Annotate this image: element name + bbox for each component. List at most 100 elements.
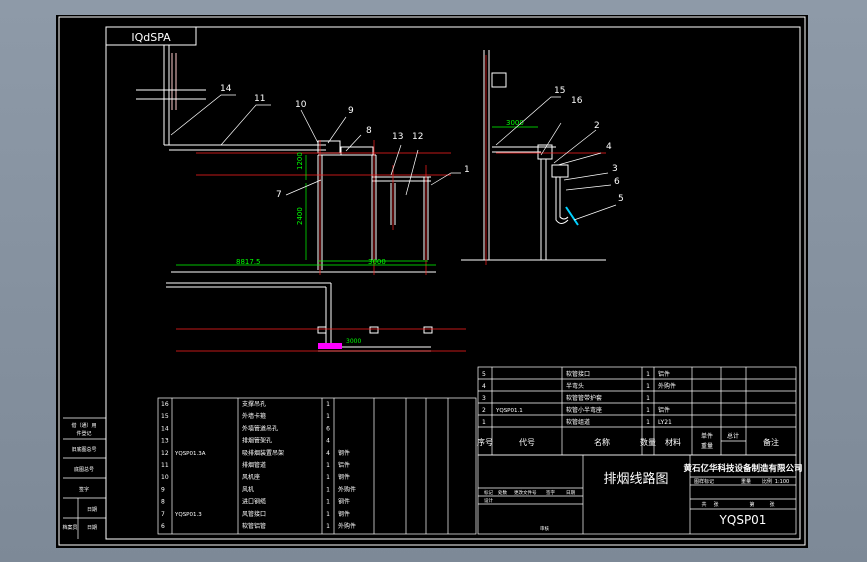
bom-right-qty: 1 [646,407,650,414]
bom-left-name: 外墙管道吊孔 [242,424,278,432]
cad-viewport: IQdSPA 1200 2400 8817.5 3000 3000 3000 1… [0,0,867,562]
left-elevation-dimensions [176,155,436,266]
plan-view [166,282,433,352]
side-label-4: 底图总号 [74,466,94,473]
title-cell-weight: 重量 [741,478,751,485]
bom-left-name: 进口钢缆 [242,498,266,506]
bom-right-note: 铝件 [658,406,670,414]
callout-8: 8 [366,126,372,136]
bom-right-name: 软管组道 [566,418,590,426]
dim-height-1: 1200 [296,152,304,170]
left-elevation-axes [196,140,451,275]
callout-15: 15 [554,86,565,96]
bom-left-name: 吸排烟装置吊架 [242,449,284,457]
bom-right-note: 铝件 [658,370,670,378]
bom-weight-single: 单件 [701,432,713,440]
dim-plan: 3000 [346,338,361,345]
bom-left-mat: 外购件 [338,522,356,530]
title-cell-count: 处数 [498,489,507,496]
dim-height-2: 2400 [296,207,304,225]
cad-drawing: IQdSPA 1200 2400 8817.5 3000 3000 3000 1… [58,16,806,546]
dim-base: 3000 [368,258,386,266]
title-cell-sign: 签字 [546,489,555,496]
bom-right-header: 数量 [640,437,656,447]
left-elevation-view [136,45,436,273]
bom-left-qty: 1 [326,523,330,530]
bom-left-name: 排烟管架孔 [242,437,272,445]
bom-right-no: 1 [482,419,486,426]
bom-left-qty: 1 [326,462,330,469]
bom-right-name: 软管管带护套 [566,394,602,402]
bom-left-mat: 钢件 [338,510,350,518]
bom-right-name: 软管接口 [566,370,590,378]
bom-left-name: 风机座 [242,473,260,481]
title-cell-date: 日期 [566,490,575,496]
callout-1: 1 [464,165,470,175]
bom-left-text: 16 支撑吊孔 115 外墙卡箍 114 外墙管道吊孔 613 排烟管架孔 412 YQSP01.… [161,400,356,530]
drawing-scale: 1:100 [775,479,789,485]
code-box: IQdSPA [105,26,197,46]
bom-left-mat: 铝件 [338,461,350,469]
bom-weight-label: 重量 [701,442,713,450]
bom-left-no: 16 [161,401,169,408]
side-label-8: 日期 [87,525,97,531]
bom-left-name: 风管接口 [242,510,266,518]
side-label-2: 件登记 [76,430,91,437]
callout-4: 4 [606,142,612,152]
bom-left-qty: 1 [326,499,330,506]
side-label-6: 日期 [87,507,97,513]
bom-left-qty: 6 [326,425,330,432]
bom-left-mat: 外购件 [338,485,356,493]
side-label-1: 借（通）用 [71,422,96,429]
callout-6: 6 [614,177,620,187]
bom-left-mat: 钢件 [338,498,350,506]
callout-3: 3 [612,164,618,174]
bom-left-name: 外墙卡箍 [242,412,266,420]
callout-13: 13 [392,132,403,142]
bom-right-qty: 1 [646,383,650,390]
bom-left-no: 14 [161,425,169,432]
bom-left-mat: 钢件 [338,449,350,457]
bom-left-no: 9 [161,486,165,493]
right-elevation-fitting [565,206,579,226]
callout-16: 16 [571,96,583,106]
bom-right-header: 材料 [665,437,681,447]
title-cell-designer: 设计 [484,497,493,504]
bom-weight-total: 总计 [727,432,739,440]
bom-left-qty: 4 [326,438,330,445]
title-cell-stage: 图样标记 [694,478,714,485]
callout-10: 10 [295,100,307,110]
bom-right-qty: 1 [646,419,650,426]
side-label-3: 旧底图总号 [71,446,96,453]
bom-left-no: 6 [161,523,165,530]
title-cell-sheet-no: 第 [749,501,754,508]
bom-left-code: YQSP01.3 [174,512,202,518]
bom-left-no: 12 [161,450,169,457]
bom-left-qty: 1 [326,474,330,481]
bom-left-mat: 钢件 [338,473,350,481]
bom-left-qty: 4 [326,450,330,457]
bom-right-header: 序号 [477,437,493,447]
bom-left-no: 11 [161,462,169,469]
bom-left-name: 软管铝管 [242,522,266,530]
bom-right-no: 2 [482,407,486,414]
bom-left-no: 13 [161,438,169,445]
bom-right-header: 代号 [519,437,535,447]
company-name: 黄石亿华科技设备制造有限公司 [683,463,802,474]
bom-left-name: 支撑吊孔 [242,400,266,408]
bom-left-qty: 1 [326,486,330,493]
callout-11: 11 [254,94,265,104]
bom-right-no: 5 [482,371,486,378]
plan-fan-marker [318,343,342,349]
bom-right-name: 半弯头 [566,382,584,390]
bom-left-no: 7 [161,511,165,518]
side-label-5: 签字 [79,486,89,493]
bom-right-qty: 1 [646,395,650,402]
right-elevation-view [461,50,606,261]
bom-right-code: YQSP01.1 [495,408,523,414]
drawing-sheet: IQdSPA 1200 2400 8817.5 3000 3000 3000 1… [56,15,808,548]
title-cell-mark: 标记 [484,489,493,496]
callout-12: 12 [412,132,423,142]
bom-left-no: 8 [161,499,165,506]
bom-left-no: 10 [161,474,169,481]
